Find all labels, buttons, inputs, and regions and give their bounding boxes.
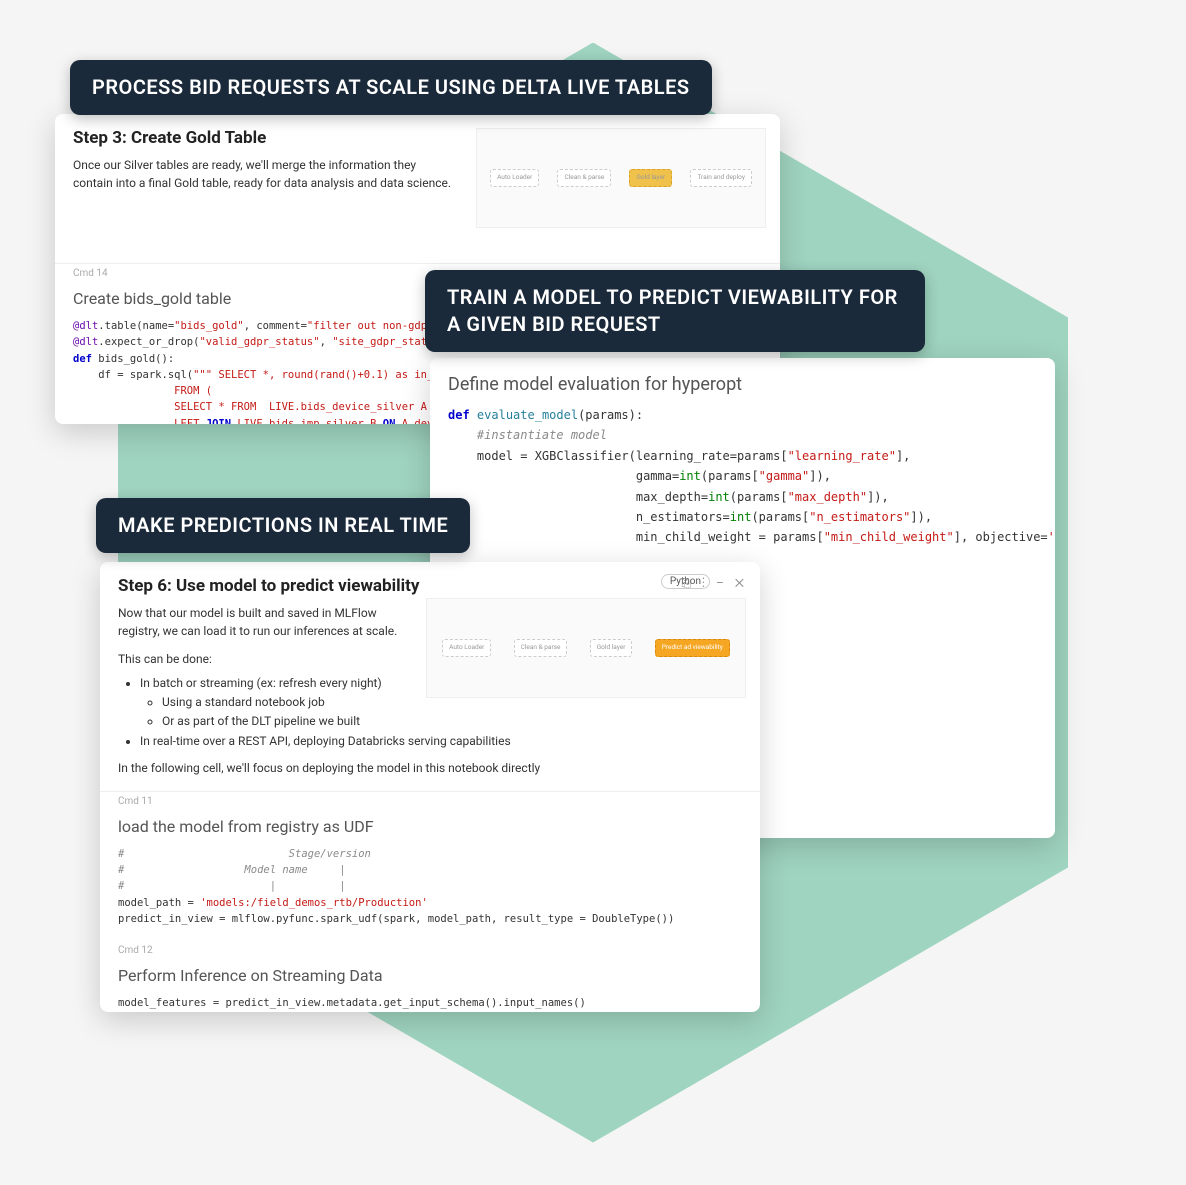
step6-desc1: Now that our model is built and saved in…	[118, 604, 408, 640]
step6-title: Step 6: Use model to predict viewability	[118, 576, 742, 596]
cmd-label-11: Cmd 11	[100, 792, 760, 807]
code-load-model[interactable]: # Stage/version # Model name | # | | mod…	[100, 840, 760, 941]
badge-train-model: TRAIN A MODEL TO PREDICT VIEWABILITY FOR…	[425, 270, 925, 352]
cell-toolbar[interactable]: ⎘ ⋮ – ✕	[681, 576, 748, 591]
diagram2-node-predict: Predict ad viewability	[655, 639, 730, 657]
section-inference: Perform Inference on Streaming Data	[100, 956, 760, 989]
diagram-node-traindeploy: Train and deploy	[690, 169, 752, 187]
diagram2-node-autoloader: Auto Loader	[442, 639, 491, 657]
diagram-node-autoloader: Auto Loader	[490, 169, 539, 187]
notebook-panel-predict: Python ⎘ ⋮ – ✕ Step 6: Use model to pred…	[100, 562, 760, 1012]
badge-predictions: MAKE PREDICTIONS IN REAL TIME	[96, 498, 470, 553]
step6-desc3: In the following cell, we'll focus on de…	[118, 759, 742, 777]
pipeline-diagram-2: Auto Loader Clean & parse Gold layer Pre…	[426, 598, 746, 698]
badge-process-bids: PROCESS BID REQUESTS AT SCALE USING DELT…	[70, 60, 712, 115]
pipeline-diagram: Auto Loader Clean & parse Gold layer Tra…	[476, 128, 766, 228]
diagram2-node-goldlayer: Gold layer	[590, 639, 633, 657]
diagram-node-cleanparse: Clean & parse	[557, 169, 611, 187]
cmd-label-12: Cmd 12	[100, 941, 760, 956]
diagram-node-goldlayer: Gold layer	[629, 169, 672, 187]
section-hyperopt: Define model evaluation for hyperopt	[430, 358, 1055, 399]
diagram2-node-cleanparse: Clean & parse	[514, 639, 568, 657]
code-inference[interactable]: model_features = predict_in_view.metadat…	[100, 989, 760, 1012]
step3-desc: Once our Silver tables are ready, we'll …	[73, 156, 453, 192]
section-load-model: load the model from registry as UDF	[100, 807, 760, 840]
